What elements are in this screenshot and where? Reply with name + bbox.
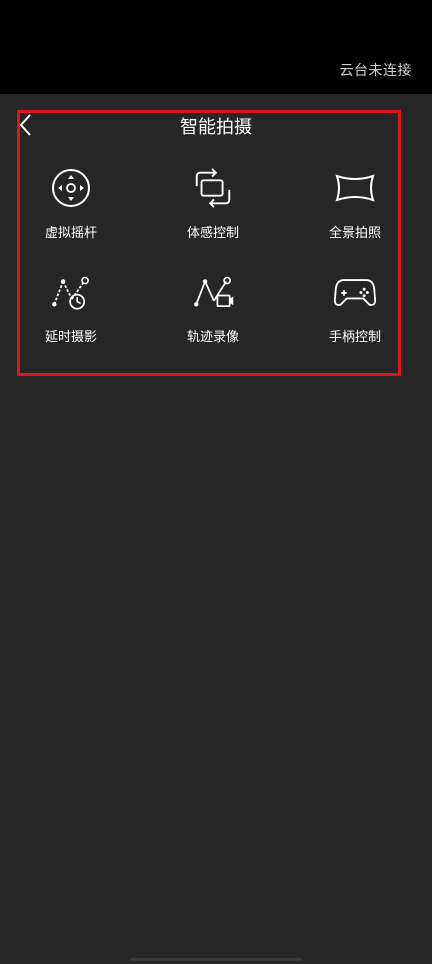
top-bar: 云台未连接 xyxy=(0,0,432,94)
home-indicator[interactable] xyxy=(130,958,302,961)
feature-virtual-joystick[interactable]: 虚拟摇杆 xyxy=(6,166,136,256)
panorama-icon xyxy=(333,166,377,210)
feature-motion-control[interactable]: 体感控制 xyxy=(148,166,278,256)
motion-rotate-icon xyxy=(191,166,235,210)
feature-label: 轨迹录像 xyxy=(186,330,239,345)
feature-label: 全景拍照 xyxy=(328,226,381,241)
feature-label: 手柄控制 xyxy=(328,330,381,345)
feature-label: 虚拟摇杆 xyxy=(44,226,97,241)
gamepad-icon xyxy=(333,270,377,314)
feature-gamepad-control[interactable]: 手柄控制 xyxy=(290,270,420,360)
feature-label: 体感控制 xyxy=(186,226,239,241)
feature-trajectory-video[interactable]: 轨迹录像 xyxy=(148,270,278,360)
gimbal-connection-status: 云台未连接 xyxy=(339,63,412,79)
feature-panorama[interactable]: 全景拍照 xyxy=(290,166,420,256)
trajectory-video-icon xyxy=(191,270,235,314)
feature-label: 延时摄影 xyxy=(44,330,97,345)
timelapse-icon xyxy=(49,270,93,314)
joystick-icon xyxy=(49,166,93,210)
feature-timelapse[interactable]: 延时摄影 xyxy=(6,270,136,360)
